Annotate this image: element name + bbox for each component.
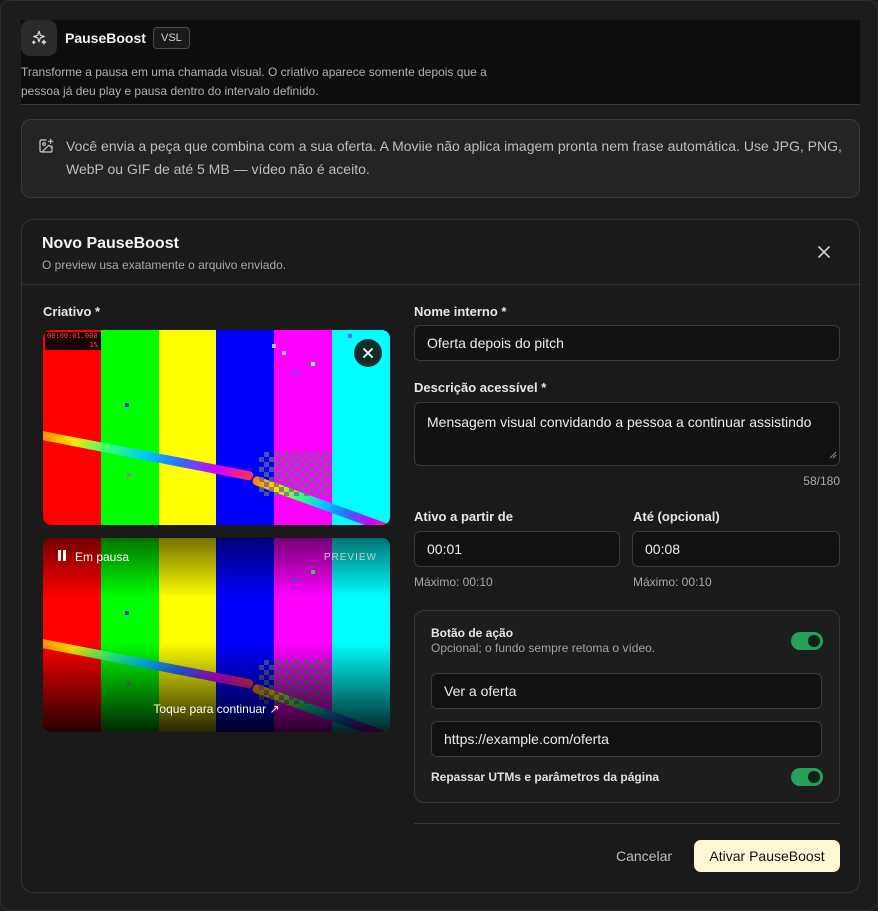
- timecode-overlay: 00:00:01.000 1%: [45, 332, 101, 350]
- info-note-text: Você envia a peça que combina com a sua …: [66, 138, 842, 177]
- end-time-input[interactable]: 00:08: [632, 531, 840, 567]
- action-button-toggle[interactable]: [791, 632, 823, 650]
- dialog-title: Novo PauseBoost: [42, 235, 179, 252]
- description-counter: 58/180: [803, 474, 840, 488]
- info-note: Você envia a peça que combina com a sua …: [21, 119, 860, 198]
- preview-tag: PREVIEW: [323, 552, 377, 563]
- sparkles-icon: [21, 20, 57, 56]
- cancel-button[interactable]: Cancelar: [608, 840, 680, 872]
- action-url-input[interactable]: https://example.com/oferta: [431, 721, 822, 757]
- pause-icon: [57, 550, 67, 564]
- end-time-label: Até (opcional): [633, 509, 720, 524]
- action-button-subtitle: Opcional; o fundo sempre retoma o vídeo.: [431, 641, 656, 655]
- action-button-text-input[interactable]: Ver a oferta: [431, 673, 822, 709]
- resize-handle-icon[interactable]: [829, 445, 837, 463]
- end-time-hint: Máximo: 00:10: [633, 575, 712, 589]
- start-time-hint: Máximo: 00:10: [414, 575, 493, 589]
- action-button-title: Botão de ação: [431, 626, 514, 640]
- start-time-label: Ativo a partir de: [414, 509, 513, 524]
- new-pauseboost-dialog: Novo PauseBoost O preview usa exatamente…: [21, 219, 860, 893]
- start-time-input[interactable]: 00:01: [414, 531, 620, 567]
- vsl-badge: VSL: [153, 27, 190, 49]
- dialog-subtitle: O preview usa exatamente o arquivo envia…: [42, 258, 287, 272]
- activate-button[interactable]: Ativar PauseBoost: [694, 840, 840, 872]
- app-header: PauseBoost VSL Transforme a pausa em uma…: [21, 20, 860, 105]
- image-upload-icon: [38, 138, 54, 159]
- app-window: PauseBoost VSL Transforme a pausa em uma…: [0, 0, 878, 911]
- footer-divider: [414, 823, 840, 824]
- continue-cta[interactable]: Toque para continuar ↗: [43, 702, 390, 716]
- app-subtitle: Transforme a pausa em uma chamada visual…: [21, 65, 487, 98]
- preview-bottom-gradient: [43, 642, 390, 732]
- timecode-percent: 1%: [89, 341, 98, 349]
- creative-label: Criativo *: [43, 304, 101, 319]
- remove-creative-button[interactable]: [354, 339, 382, 367]
- description-label: Descrição acessível *: [414, 380, 547, 395]
- preview-top-gradient: [43, 538, 390, 598]
- utm-label: Repassar UTMs e parâmetros da página: [431, 770, 660, 784]
- timecode-text: 00:00:01.000: [47, 332, 98, 340]
- description-text: Mensagem visual convidando a pessoa a co…: [427, 414, 812, 430]
- paused-indicator: Em pausa: [57, 550, 129, 564]
- description-textarea[interactable]: Mensagem visual convidando a pessoa a co…: [414, 402, 840, 466]
- creative-upload-preview: 00:00:01.000 1%: [43, 330, 390, 525]
- internal-name-label: Nome interno *: [414, 304, 507, 319]
- app-title: PauseBoost: [65, 30, 146, 46]
- paused-label: Em pausa: [75, 550, 130, 564]
- pause-preview: Em pausa PREVIEW Toque para continuar ↗: [43, 538, 390, 732]
- internal-name-input[interactable]: Oferta depois do pitch: [414, 325, 840, 361]
- color-bars: [43, 330, 390, 525]
- close-icon[interactable]: [814, 242, 834, 262]
- utm-toggle[interactable]: [791, 768, 823, 786]
- action-button-panel: Botão de ação Opcional; o fundo sempre r…: [414, 610, 840, 803]
- dialog-header: Novo PauseBoost O preview usa exatamente…: [22, 220, 859, 285]
